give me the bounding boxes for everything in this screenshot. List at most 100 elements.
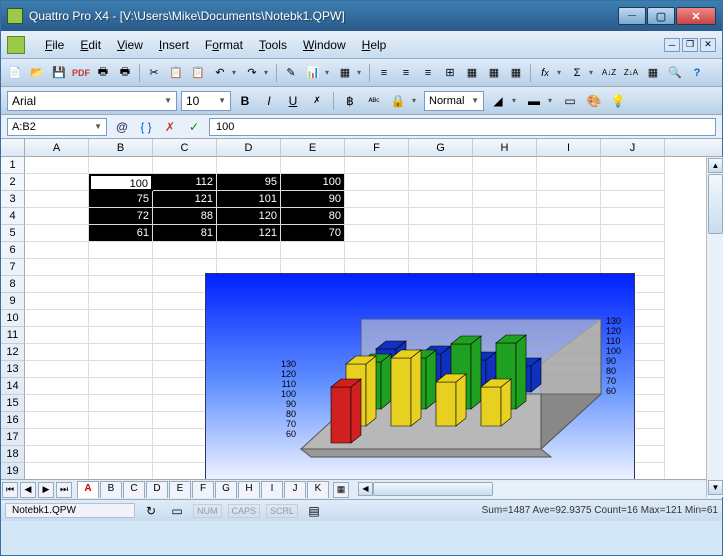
cell-A16[interactable] [25,412,89,429]
currency-button[interactable]: ฿ [340,91,360,111]
tab-next-button[interactable]: ▶ [38,482,54,498]
cell-A19[interactable] [25,463,89,479]
cell-H1[interactable] [473,157,537,174]
cell-B16[interactable] [89,412,153,429]
column-header-B[interactable]: B [89,139,153,156]
accept-icon[interactable]: ✓ [185,118,203,136]
perfectexpert-button[interactable]: 💡 [608,91,628,111]
palette-button[interactable]: 🎨 [584,91,604,111]
cell-J6[interactable] [601,242,665,259]
mdi-minimize[interactable]: ─ [664,38,680,52]
cell-I2[interactable] [537,174,601,191]
cell-B7[interactable] [89,259,153,276]
cell-D5[interactable]: 121 [217,225,281,242]
cell-B5[interactable]: 61 [89,225,153,242]
cell-F3[interactable] [345,191,409,208]
cell-B13[interactable] [89,361,153,378]
macro-icon[interactable]: ▤ [304,501,324,521]
sum-icon[interactable]: Σ [567,63,587,83]
cell-A7[interactable] [25,259,89,276]
scroll-down-button[interactable]: ▼ [708,480,723,495]
row-header-14[interactable]: 14 [1,378,25,395]
cell-A1[interactable] [25,157,89,174]
cell-A2[interactable] [25,174,89,191]
sheet-tab-B[interactable]: B [100,481,122,498]
column-header-C[interactable]: C [153,139,217,156]
cell-B19[interactable] [89,463,153,479]
paste-icon[interactable]: 📋 [188,63,208,83]
cell-D2[interactable]: 95 [217,174,281,191]
menu-tools[interactable]: Tools [251,36,295,54]
row-header-17[interactable]: 17 [1,429,25,446]
textcolor-dd[interactable]: ▾ [512,96,520,105]
sort-desc-icon[interactable]: Z↓A [621,63,641,83]
menu-view[interactable]: View [109,36,151,54]
cell-C3[interactable]: 121 [153,191,217,208]
cell-I4[interactable] [537,208,601,225]
sheet-tab-I[interactable]: I [261,481,283,498]
cell-G4[interactable] [409,208,473,225]
cell-J4[interactable] [601,208,665,225]
cell-A15[interactable] [25,395,89,412]
cell-B14[interactable] [89,378,153,395]
row-header-10[interactable]: 10 [1,310,25,327]
redo-icon[interactable]: ↷ [242,63,262,83]
sheet-tab-C[interactable]: C [123,481,145,498]
spell-button[interactable]: ᴬᴮᶜ [364,91,384,111]
calc-icon[interactable]: ▭ [167,501,187,521]
cell-A4[interactable] [25,208,89,225]
column-header-D[interactable]: D [217,139,281,156]
cell-A9[interactable] [25,293,89,310]
row-header-9[interactable]: 9 [1,293,25,310]
document-icon[interactable] [7,36,25,54]
cell-B15[interactable] [89,395,153,412]
tab-last-button[interactable]: ⏭ [56,482,72,498]
chart-icon[interactable]: 📊 [303,63,323,83]
fill-color-button[interactable]: ▬ [524,91,544,111]
cell-J2[interactable] [601,174,665,191]
column-header-E[interactable]: E [281,139,345,156]
cell-A14[interactable] [25,378,89,395]
row-header-1[interactable]: 1 [1,157,25,174]
align-center-icon[interactable]: ≡ [396,63,416,83]
cell-A3[interactable] [25,191,89,208]
cells-area[interactable]: 100112951007512110190728812080618112170 [25,157,722,479]
close-button[interactable]: ✕ [676,7,716,25]
menu-edit[interactable]: Edit [72,36,109,54]
cell-E5[interactable]: 70 [281,225,345,242]
scroll-up-button[interactable]: ▲ [708,158,723,173]
sheet-tab-K[interactable]: K [307,481,329,498]
cell-A6[interactable] [25,242,89,259]
cell-B6[interactable] [89,242,153,259]
cell-G1[interactable] [409,157,473,174]
cell-B10[interactable] [89,310,153,327]
cancel-icon[interactable]: ✗ [161,118,179,136]
save-icon[interactable]: 💾 [49,63,69,83]
cell-E2[interactable]: 100 [281,174,345,191]
row-header-2[interactable]: 2 [1,174,25,191]
cell-C2[interactable]: 112 [153,174,217,191]
row-header-19[interactable]: 19 [1,463,25,479]
menu-file[interactable]: File [37,36,72,54]
row-header-5[interactable]: 5 [1,225,25,242]
menu-window[interactable]: Window [295,36,354,54]
cell-I1[interactable] [537,157,601,174]
tab-first-button[interactable]: ⏮ [2,482,18,498]
cell-H4[interactable] [473,208,537,225]
insert-dropdown[interactable]: ▾ [357,68,365,77]
cell-B18[interactable] [89,446,153,463]
grid-icon[interactable]: ▦ [506,63,526,83]
underline-button[interactable]: U [283,91,303,111]
borders-icon[interactable]: ▦ [462,63,482,83]
cell-I5[interactable] [537,225,601,242]
function-icon[interactable]: fx [535,63,555,83]
undo-dropdown[interactable]: ▾ [232,68,240,77]
cell-H5[interactable] [473,225,537,242]
column-header-A[interactable]: A [25,139,89,156]
strikeout-button[interactable]: ✗ [307,91,327,111]
column-header-I[interactable]: I [537,139,601,156]
row-header-4[interactable]: 4 [1,208,25,225]
print-icon[interactable]: 🖶 [93,63,113,83]
sheet-tab-A[interactable]: A [77,481,99,498]
menu-format[interactable]: Format [197,36,251,54]
